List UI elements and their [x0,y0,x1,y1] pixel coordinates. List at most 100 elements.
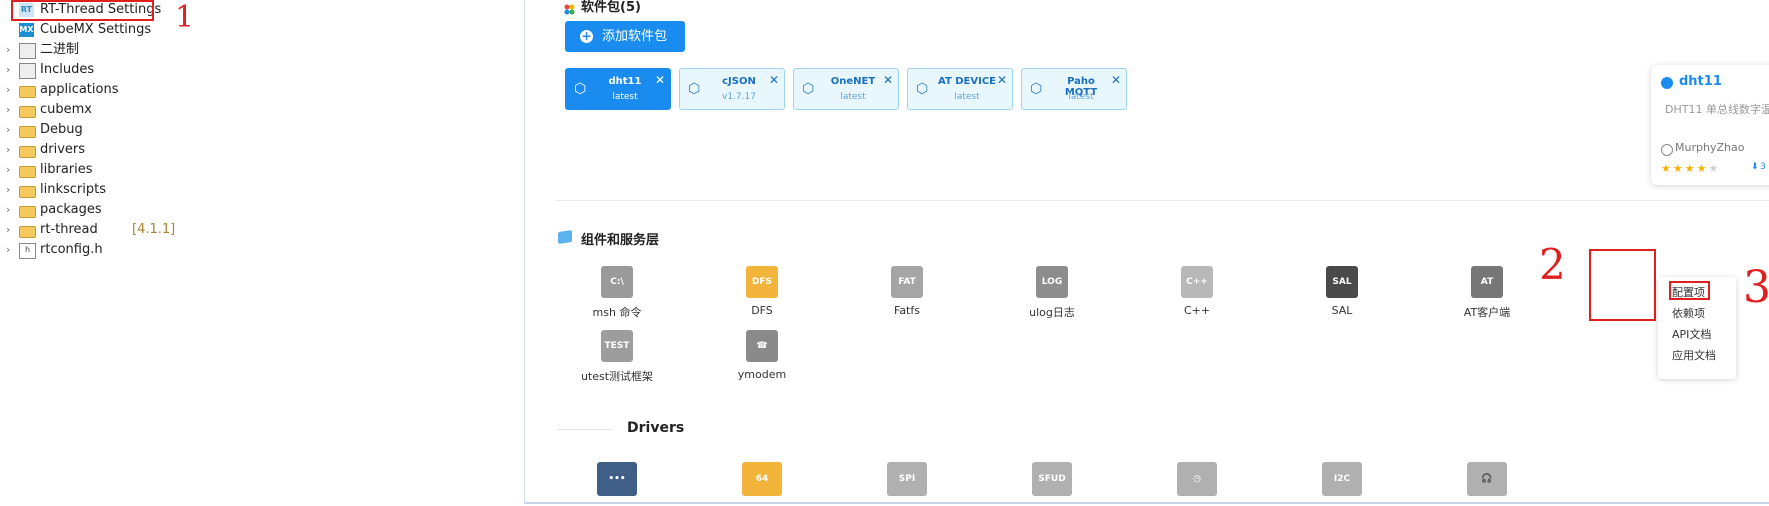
component-msh-command[interactable]: C:\ msh 命令 [552,266,682,320]
tree-item-cubemx[interactable]: › cubemx [0,100,260,120]
serial-port-icon[interactable]: ••• [597,462,637,496]
expand-chevron-icon[interactable]: › [6,160,10,180]
package-version: latest [1068,92,1094,102]
package-version: latest [840,92,866,102]
expand-chevron-icon[interactable]: › [6,200,10,220]
component-cpp-file[interactable]: C++ C++ [1132,266,1262,317]
fatfs-icon: FAT [891,266,923,298]
package-detail-card[interactable]: dht11 DHT11 单总线数字温 MurphyZhao ★★★★★ ⬇ 3 [1651,65,1769,185]
star-icon: ★ [1684,162,1697,175]
star-icon: ★ [1696,162,1709,175]
component-label: AT客户端 [1463,306,1511,319]
tree-item-rt-thread[interactable]: › rt-thread [4.1.1] [0,220,260,240]
tree-item-label: libraries [40,162,93,177]
tree-item-packages[interactable]: › packages [0,200,260,220]
component-label: ulog日志 [1029,306,1075,319]
component-ulog[interactable]: LOG ulog日志 [987,266,1117,320]
cube-icon [558,230,572,244]
remove-package-icon[interactable]: ✕ [883,73,893,87]
header-file-icon: h [19,243,36,259]
cpp-file-icon: C++ [1181,266,1213,298]
component-context-menu: 配置项依赖项 API文档应用文档 [1658,277,1736,379]
highlight-box-rt-thread-settings [11,0,154,21]
expand-chevron-icon[interactable]: › [6,100,10,120]
tree-item-debug[interactable]: › Debug [0,120,260,140]
component-dfs-folder[interactable]: DFS DFS [697,266,827,317]
project-explorer-tree: RT RT-Thread Settings MX CubeMX Settings › 二进… [0,0,520,506]
package-tag-dht11[interactable]: ⬡ dht11 latest ✕ [565,68,671,110]
expand-chevron-icon[interactable]: › [6,220,10,240]
component-utest-flask[interactable]: TEST utest测试框架 [552,330,682,384]
tree-item-binaries[interactable]: › 二进制 [0,40,260,60]
tree-item-label: applications [40,82,119,97]
tree-item-label: 二进制 [40,42,80,57]
drivers-divider-left [557,429,612,430]
context-menu-item[interactable]: 配置项 [1672,284,1705,300]
spi-icon[interactable]: SPI [887,462,927,496]
add-package-button[interactable]: + 添加软件包 [565,21,685,52]
package-icon: ⬡ [688,81,701,97]
tree-item-libraries[interactable]: › libraries [0,160,260,180]
annotation-number-3: 3 [1743,262,1769,313]
download-icon: ⬇ [1751,162,1759,172]
context-menu-item[interactable]: API文档 [1672,326,1711,342]
expand-chevron-icon[interactable]: › [6,80,10,100]
package-name: OneNET [830,76,876,87]
context-menu-item[interactable]: 应用文档 [1672,347,1716,363]
tree-item-includes[interactable]: › Includes [0,60,260,80]
component-label: Fatfs [894,304,920,317]
headphones-icon[interactable]: 🎧 [1467,462,1507,496]
chip-64-icon[interactable]: 64 [742,462,782,496]
tree-item-drivers[interactable]: › drivers [0,140,260,160]
package-tag-cjson[interactable]: ⬡ cJSON v1.7.17 ✕ [679,68,785,110]
component-fatfs[interactable]: FAT Fatfs [842,266,972,317]
remove-package-icon[interactable]: ✕ [769,73,779,87]
download-count: 3 [1760,162,1766,172]
i2c-icon[interactable]: I2C [1322,462,1362,496]
version-label: [4.1.1] [132,222,176,237]
expand-chevron-icon[interactable]: › [6,180,10,200]
alarm-clock-icon[interactable]: ◷ [1177,462,1217,496]
folder-icon [19,206,36,218]
package-tag-paho-mqtt[interactable]: ⬡ Paho MQTT latest ✕ [1021,68,1127,110]
component-ymodem-phone[interactable]: ☎ ymodem [697,330,827,381]
expand-chevron-icon[interactable]: › [6,240,10,260]
package-version: v1.7.17 [722,92,756,102]
folder-icon [19,146,36,158]
package-icon: ⬡ [916,81,929,97]
context-menu-item[interactable]: 依赖项 [1672,305,1705,321]
tree-item-applications[interactable]: › applications [0,80,260,100]
star-icon: ★ [1708,162,1721,175]
folder-icon [19,226,36,238]
remove-package-icon[interactable]: ✕ [655,73,665,87]
star-icon: ★ [1672,162,1685,175]
expand-chevron-icon[interactable]: › [6,120,10,140]
package-icon: ⬡ [802,81,815,97]
ymodem-phone-icon: ☎ [746,330,778,362]
github-icon [1661,77,1673,89]
utest-flask-icon: TEST [601,330,633,362]
component-label: ymodem [737,368,787,381]
folder-icon [19,186,36,198]
expand-chevron-icon[interactable]: › [6,40,10,60]
component-sal-router[interactable]: SAL SAL [1277,266,1407,317]
dfs-folder-icon: DFS [746,266,778,298]
tree-item-cubemx-settings[interactable]: MX CubeMX Settings [0,20,260,40]
package-detail-description: DHT11 单总线数字温 [1665,103,1769,116]
package-tag-onenet[interactable]: ⬡ OneNET latest ✕ [793,68,899,110]
drivers-section-title: Drivers [627,420,685,436]
sfud-icon[interactable]: SFUD [1032,462,1072,496]
expand-chevron-icon[interactable]: › [6,60,10,80]
msh-command-icon: C:\ [601,266,633,298]
component-at-client[interactable]: AT AT客户端 [1422,266,1552,320]
tree-item-rtconfig-h[interactable]: › h rtconfig.h [0,240,260,260]
package-tag-at-device[interactable]: ⬡ AT DEVICE latest ✕ [907,68,1013,110]
remove-package-icon[interactable]: ✕ [997,73,1007,87]
package-version: latest [612,92,638,102]
tree-item-linkscripts[interactable]: › linkscripts [0,180,260,200]
tree-item-label: cubemx [40,102,92,117]
package-detail-name[interactable]: dht11 [1679,74,1722,89]
expand-chevron-icon[interactable]: › [6,140,10,160]
remove-package-icon[interactable]: ✕ [1111,73,1121,87]
includes-icon [19,63,36,79]
